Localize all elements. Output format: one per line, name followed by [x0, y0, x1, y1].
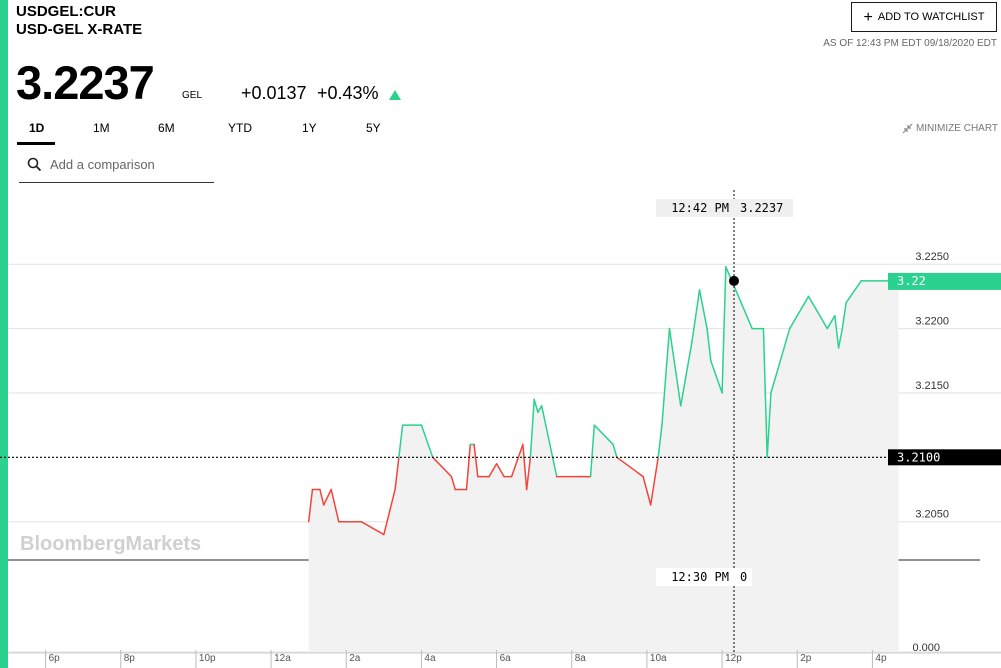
price-chart: BloombergMarkets 6p 8p 10p 12a 2a 4a 6a 8a 10a 12…: [0, 190, 1001, 668]
x-tick-label: 8p: [124, 653, 136, 664]
x-tick-label: 12p: [725, 653, 742, 664]
crosshair-bottom-value: 0: [740, 570, 747, 584]
y-tick-label: 3.2050: [915, 509, 949, 521]
last-value-label: 3.22: [897, 274, 926, 288]
x-tick-label: 4a: [424, 653, 436, 664]
x-tick-label: 2p: [800, 653, 812, 664]
x-tick-label: 8a: [575, 653, 587, 664]
x-tick-label: 2a: [349, 653, 361, 664]
x-tick-label: 6a: [500, 653, 512, 664]
y-zero-label: 0.000: [912, 642, 940, 654]
x-tick-label: 10a: [650, 653, 667, 664]
crosshair-dot: [729, 275, 739, 286]
crosshair-top-time: 12:42 PM: [671, 201, 729, 215]
x-axis: 6p 8p 10p 12a 2a 4a 6a 8a 10a 12p 2p 4p: [8, 650, 1001, 668]
x-tick-label: 12a: [274, 653, 291, 664]
y-tick-label: 3.2250: [915, 251, 949, 263]
y-tick-label: 3.2200: [915, 316, 949, 328]
chart-watermark: BloombergMarkets: [20, 533, 201, 555]
chart-area-fill: [308, 266, 899, 652]
x-tick-label: 10p: [199, 653, 216, 664]
x-tick-label: 4p: [875, 653, 887, 664]
crosshair-bottom-time: 12:30 PM: [671, 570, 729, 584]
crosshair-top-value: 3.2237: [740, 201, 783, 215]
y-tick-label: 3.2150: [915, 380, 949, 392]
x-tick-label: 6p: [49, 653, 61, 664]
reference-label: 3.2100: [897, 450, 940, 464]
